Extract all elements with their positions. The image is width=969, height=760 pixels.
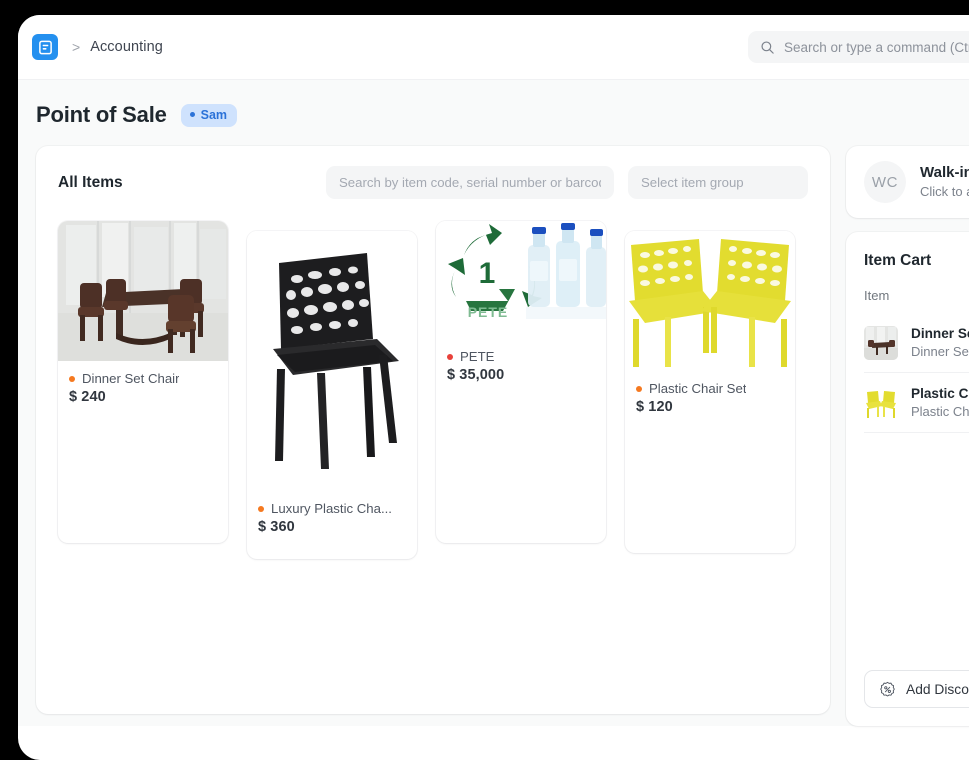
cart-spacer <box>864 433 969 670</box>
item-image-yellow-chairs <box>625 231 795 371</box>
stock-dot-icon <box>258 505 264 512</box>
customer-name: Walk-in Customer <box>920 163 969 181</box>
item-price: $ 360 <box>258 519 295 535</box>
svg-text:1: 1 <box>479 257 496 290</box>
navbar-right: Search or type a command (Ctrl + G) <box>748 31 969 63</box>
erpnext-logo-icon[interactable] <box>32 34 58 60</box>
item-group-select[interactable] <box>628 166 808 199</box>
page-title: Point of Sale <box>36 102 167 127</box>
add-discount-label: Add Discount <box>906 681 969 697</box>
item-card[interactable]: Plastic Chair Set $ 120 <box>625 231 795 553</box>
item-image-dining-set <box>58 221 228 361</box>
cart-row-code: Dinner Set Chair <box>911 344 969 360</box>
status-badge[interactable]: Sam <box>180 103 238 127</box>
cart-column: WC Walk-in Customer Click to add custome… <box>846 146 969 726</box>
breadcrumb-separator: > <box>72 39 81 55</box>
item-cart-title: Item Cart <box>864 252 932 269</box>
item-name: PETE <box>460 349 495 364</box>
item-meta: PETE $ 35,000 <box>436 339 606 543</box>
item-name-row: Dinner Set Chair <box>69 371 217 386</box>
avatar-initials: WC <box>871 173 899 191</box>
svg-text:PETE: PETE <box>468 304 509 320</box>
item-meta: Dinner Set Chair $ 240 <box>58 361 228 543</box>
cart-row-code: Plastic Chair Set <box>911 404 969 420</box>
item-name: Luxury Plastic Cha... <box>271 501 392 516</box>
item-name-row: Plastic Chair Set <box>636 381 784 396</box>
cart-item-thumb-dining <box>864 325 898 360</box>
item-meta: Plastic Chair Set $ 120 <box>625 371 795 553</box>
status-dot-icon <box>189 112 195 117</box>
avatar: WC <box>864 161 906 203</box>
app-window: > Accounting Search or type a command (C… <box>18 15 969 760</box>
cart-row[interactable]: Dinner Set Chair Dinner Set Chair <box>864 313 969 374</box>
item-image-pete: 1 PETE <box>436 221 606 339</box>
cart-item-thumb-yellow-chair <box>864 385 898 420</box>
percent-badge-icon <box>880 681 895 696</box>
stock-dot-icon <box>69 375 75 382</box>
add-discount-button[interactable]: Add Discount <box>864 670 969 708</box>
item-name-row: Luxury Plastic Cha... <box>258 501 406 516</box>
cart-row-text: Dinner Set Chair Dinner Set Chair <box>911 324 969 361</box>
item-name: Dinner Set Chair <box>82 371 180 386</box>
breadcrumb-item-accounting[interactable]: Accounting <box>90 39 163 55</box>
all-items-header: All Items <box>58 166 808 199</box>
cart-column-header-item: Item <box>864 288 890 303</box>
all-items-controls <box>326 166 808 199</box>
item-price: $ 35,000 <box>447 367 505 383</box>
stock-dot-icon <box>447 353 453 360</box>
status-badge-label: Sam <box>200 107 228 122</box>
item-grid: Dinner Set Chair $ 240 Luxury Plastic Ch… <box>58 221 808 559</box>
global-search-input[interactable]: Search or type a command (Ctrl + G) <box>748 31 969 63</box>
page-header: Point of Sale Sam <box>18 80 969 146</box>
item-name-row: PETE <box>447 349 595 364</box>
item-image-black-chair <box>247 231 417 491</box>
top-navbar: > Accounting Search or type a command (C… <box>18 15 969 80</box>
customer-text: Walk-in Customer Click to add customer <box>920 162 969 203</box>
item-meta: Luxury Plastic Cha... $ 360 <box>247 491 417 559</box>
all-items-title: All Items <box>58 173 123 191</box>
customer-card[interactable]: WC Walk-in Customer Click to add custome… <box>846 146 969 218</box>
cart-row-name: Plastic Chair Set <box>911 386 969 402</box>
item-price: $ 240 <box>69 389 106 405</box>
customer-subtitle: Click to add customer <box>920 184 969 200</box>
breadcrumb: > Accounting <box>72 39 163 55</box>
cart-row[interactable]: Plastic Chair Set Plastic Chair Set <box>864 373 969 434</box>
item-price: $ 120 <box>636 399 673 415</box>
item-search-input[interactable] <box>326 166 614 199</box>
item-name: Plastic Chair Set <box>649 381 747 396</box>
item-card[interactable]: Dinner Set Chair $ 240 <box>58 221 228 543</box>
stock-dot-icon <box>636 385 642 392</box>
search-icon <box>761 40 774 54</box>
cart-row-name: Dinner Set Chair <box>911 326 969 341</box>
item-card[interactable]: 1 PETE PETE $ 35,000 <box>436 221 606 543</box>
pos-body: All Items Search by item code, serial nu… <box>18 146 969 726</box>
item-cart-card: Item Cart Item Dinner S Dinner Se Plasti… <box>846 232 969 726</box>
cart-row-text: Plastic Chair Set Plastic Chair Set <box>911 384 969 421</box>
item-card[interactable]: Luxury Plastic Cha... $ 360 <box>247 231 417 559</box>
global-search-placeholder: Search or type a command (Ctrl + G) <box>784 39 969 55</box>
all-items-panel: All Items Search by item code, serial nu… <box>36 146 830 714</box>
